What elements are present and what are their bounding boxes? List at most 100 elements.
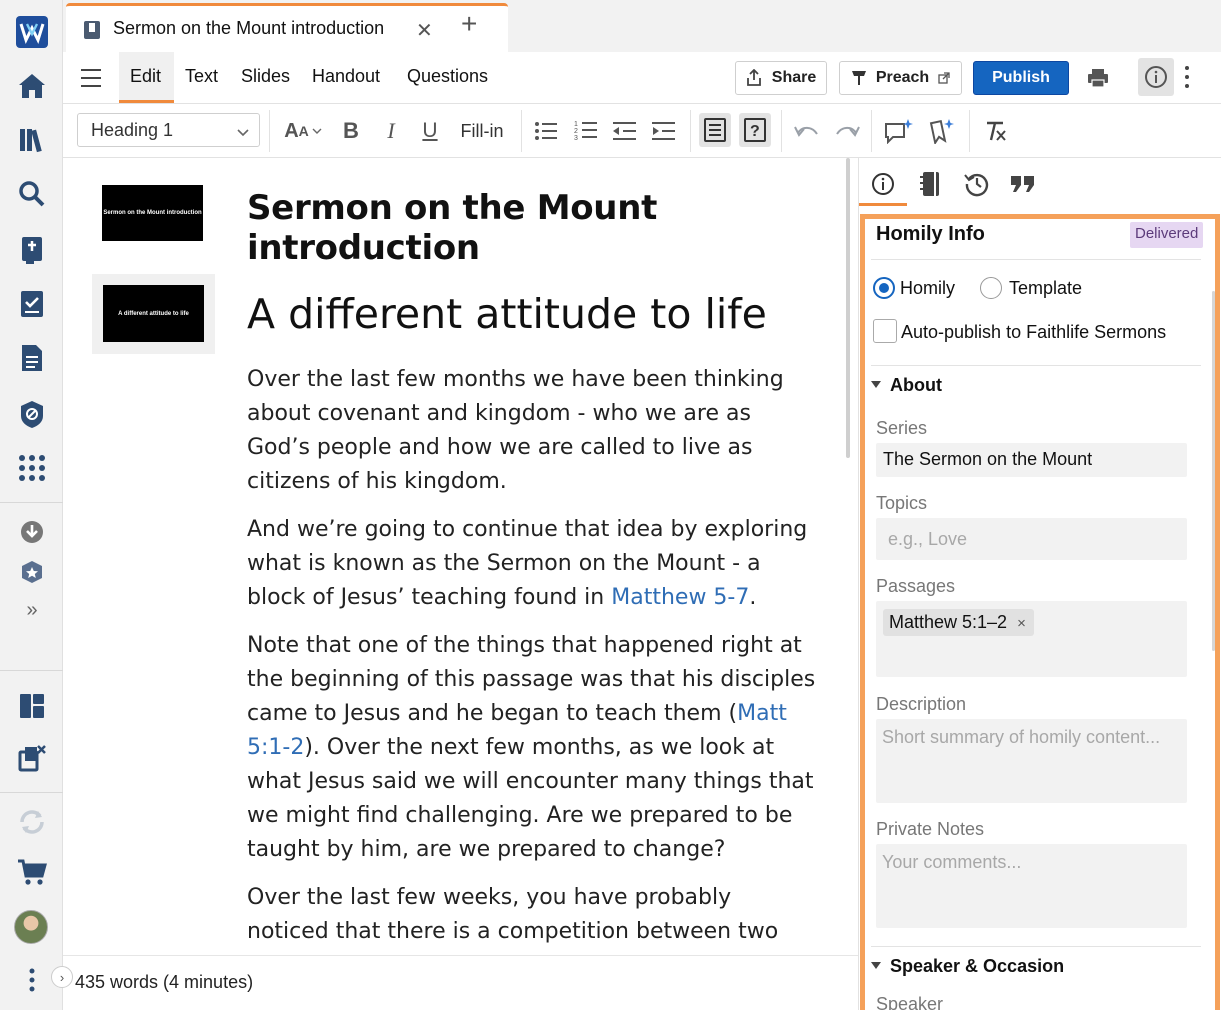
speaker-section-title: Speaker & Occasion [890, 956, 1065, 976]
more-vertical-icon[interactable] [12, 960, 52, 1000]
info-icon [1145, 66, 1167, 88]
close-panels-icon[interactable] [12, 738, 52, 778]
new-tab-button[interactable]: + [461, 8, 477, 40]
preach-button[interactable]: Preach [839, 61, 962, 95]
fill-in-button[interactable]: Fill-in [457, 116, 507, 146]
document-title[interactable]: Sermon on the Mount introduction [247, 188, 858, 268]
layout-icon[interactable] [12, 686, 52, 726]
document-body[interactable]: Over the last few months we have been th… [247, 363, 817, 955]
redo-icon[interactable] [833, 116, 861, 146]
paragraph[interactable]: Note that one of the things that happene… [247, 629, 817, 867]
sermon-editor[interactable]: Sermon on the Mount introduction A diffe… [63, 158, 858, 955]
close-tab-icon[interactable]: ✕ [416, 18, 433, 43]
series-field[interactable]: The Sermon on the Mount [876, 443, 1187, 477]
auto-publish-checkbox[interactable] [873, 319, 897, 343]
paragraph[interactable]: Over the last few months we have been th… [247, 363, 817, 499]
bullet-list-icon[interactable] [533, 116, 559, 146]
info-toggle-button[interactable] [1138, 58, 1174, 96]
paragraph[interactable]: Over the last few weeks, you have probab… [247, 881, 817, 955]
tab-questions[interactable]: Questions [407, 66, 488, 87]
clear-formatting-icon[interactable] [980, 116, 1010, 146]
passages-label: Passages [876, 576, 956, 596]
template-radio[interactable] [980, 277, 1002, 299]
auto-publish-label: Auto-publish to Faithlife Sermons [901, 322, 1167, 342]
search-icon[interactable] [12, 174, 52, 214]
tab-edit[interactable]: Edit [130, 66, 161, 87]
pulpit-icon [851, 71, 866, 85]
slide-thumbnail-heading[interactable]: A different attitude to life [103, 285, 204, 342]
library-icon[interactable] [12, 120, 52, 160]
home-icon[interactable] [12, 66, 52, 106]
panel-title: Homily Info [876, 223, 985, 245]
topics-field[interactable]: e.g., Love [876, 518, 1187, 560]
paragraph-style-select[interactable]: Heading 1 [77, 113, 260, 147]
expand-rail-icon[interactable]: » [12, 590, 52, 630]
sync-icon[interactable] [12, 802, 52, 842]
ai-comment-icon[interactable] [883, 116, 915, 146]
checklist-icon[interactable] [12, 284, 52, 324]
mode-bar: Edit Text Slides Handout Questions Share… [63, 52, 1221, 104]
tab-text[interactable]: Text [185, 66, 218, 87]
cart-icon[interactable] [12, 852, 52, 892]
shield-icon[interactable] [12, 394, 52, 434]
question-block-icon[interactable]: ? [739, 113, 771, 147]
print-icon[interactable] [1087, 68, 1109, 93]
more-options-icon[interactable] [1185, 66, 1189, 93]
editor-scrollbar[interactable] [846, 158, 850, 458]
scripture-link[interactable]: Matthew 5-7 [611, 585, 749, 610]
paragraph-text: . [749, 585, 757, 610]
badge-star-icon[interactable] [12, 552, 52, 592]
logos-logo-icon[interactable] [12, 12, 52, 52]
quote-tab-icon[interactable] [1007, 168, 1039, 200]
user-avatar[interactable] [14, 910, 48, 944]
panel-tabs [859, 158, 1221, 208]
ai-bookmark-icon[interactable] [927, 116, 957, 146]
svg-text:2: 2 [574, 128, 578, 135]
left-rail: » [0, 0, 63, 1010]
apps-grid-icon[interactable] [12, 448, 52, 488]
slide-thumbnail-title[interactable]: Sermon on the Mount introduction [102, 185, 203, 241]
font-size-icon[interactable]: AA [282, 116, 324, 146]
tab-slides[interactable]: Slides [241, 66, 290, 87]
outdent-icon[interactable] [612, 116, 638, 146]
share-button[interactable]: Share [735, 61, 827, 95]
section-heading[interactable]: A different attitude to life [247, 290, 767, 338]
paragraph[interactable]: And we’re going to continue that idea by… [247, 513, 817, 615]
status-badge: Delivered [1130, 222, 1204, 248]
homily-info-section: Homily Info Delivered Homily Template Au… [865, 219, 1215, 1010]
italic-icon[interactable]: I [379, 116, 403, 146]
download-icon[interactable] [12, 512, 52, 552]
homily-radio[interactable] [873, 277, 895, 299]
underline-icon[interactable]: U [418, 116, 442, 146]
indent-icon[interactable] [651, 116, 677, 146]
panel-scrollbar[interactable] [1212, 291, 1215, 651]
undo-icon[interactable] [793, 116, 821, 146]
notebook-tab-icon[interactable] [914, 168, 946, 200]
info-panel: Homily Info Delivered Homily Template Au… [858, 158, 1221, 1010]
numbered-list-icon[interactable]: 123 [573, 116, 599, 146]
tab-handout[interactable]: Handout [312, 66, 380, 87]
passage-chip[interactable]: Matthew 5:1–2 × [883, 609, 1034, 636]
chevron-right-icon[interactable]: › [51, 966, 73, 988]
about-section-toggle[interactable]: About [871, 375, 942, 396]
toolbar-divider [871, 110, 872, 152]
description-label: Description [876, 694, 967, 714]
info-tab-icon[interactable] [867, 168, 899, 200]
publish-button[interactable]: Publish [973, 61, 1069, 95]
passages-field[interactable]: Matthew 5:1–2 × [876, 601, 1187, 677]
document-tab[interactable]: Sermon on the Mount introduction ✕ [66, 3, 508, 52]
private-notes-field[interactable]: Your comments... [876, 844, 1187, 928]
speaker-label: Speaker [876, 994, 944, 1010]
document-icon[interactable] [12, 338, 52, 378]
divider [871, 365, 1201, 366]
description-field[interactable]: Short summary of homily content... [876, 719, 1187, 803]
bible-icon[interactable] [12, 230, 52, 270]
bold-icon[interactable]: B [339, 116, 363, 146]
remove-passage-icon[interactable]: × [1017, 615, 1026, 632]
menu-icon[interactable] [81, 69, 101, 93]
svg-text:?: ? [750, 123, 760, 140]
speaker-section-toggle[interactable]: Speaker & Occasion [871, 956, 1064, 977]
sermon-block-icon[interactable] [699, 113, 731, 147]
share-label: Share [771, 69, 817, 86]
history-tab-icon[interactable] [961, 168, 993, 200]
